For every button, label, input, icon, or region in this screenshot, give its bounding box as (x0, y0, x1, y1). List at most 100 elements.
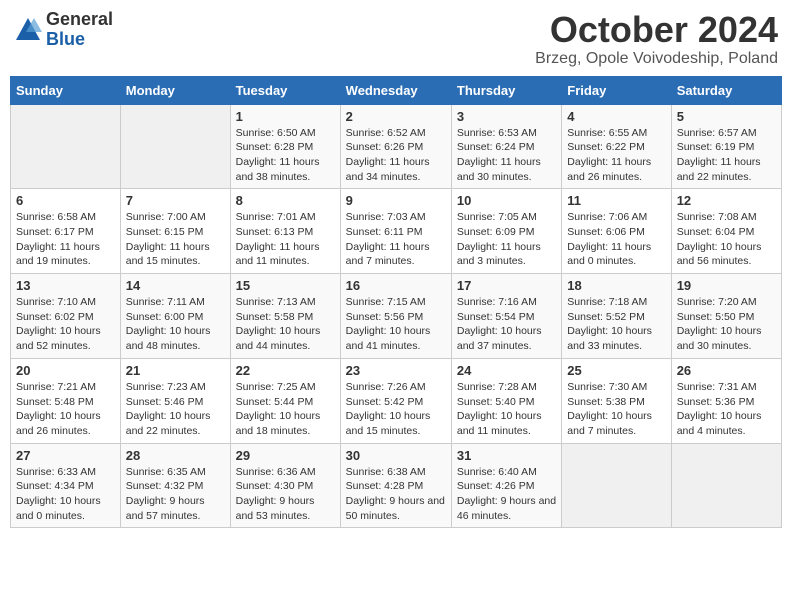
day-info: Sunrise: 6:38 AM Sunset: 4:28 PM Dayligh… (346, 465, 446, 524)
title-block: October 2024 Brzeg, Opole Voivodeship, P… (535, 10, 778, 68)
calendar-cell: 3Sunrise: 6:53 AM Sunset: 6:24 PM Daylig… (451, 104, 561, 189)
day-number: 19 (677, 278, 776, 293)
day-info: Sunrise: 7:30 AM Sunset: 5:38 PM Dayligh… (567, 380, 665, 439)
day-number: 6 (16, 193, 115, 208)
logo-blue: Blue (46, 30, 113, 50)
calendar-cell: 14 Sunrise: 7:11 AM Sunset: 6:00 PM Dayli… (120, 274, 230, 359)
calendar-cell: 31 Sunrise: 6:40 AM Sunset: 4:26 PM Dayli… (451, 443, 561, 528)
calendar-cell: 21 Sunrise: 7:23 AM Sunset: 5:46 PM Dayli… (120, 358, 230, 443)
day-info: Sunrise: 7:23 AM Sunset: 5:46 PM Dayligh… (126, 380, 225, 439)
calendar-cell: 12 Sunrise: 7:08 AM Sunset: 6:04 PM Dayli… (671, 189, 781, 274)
calendar-cell: 27 Sunrise: 6:33 AM Sunset: 4:34 PM Dayli… (11, 443, 121, 528)
day-header: Friday (562, 76, 671, 104)
calendar-cell: 28 Sunrise: 6:35 AM Sunset: 4:32 PM Dayli… (120, 443, 230, 528)
day-header: Tuesday (230, 76, 340, 104)
day-number: 2 (346, 109, 446, 124)
day-info: Sunrise: 6:40 AM Sunset: 4:26 PM Dayligh… (457, 465, 556, 524)
day-number: 12 (677, 193, 776, 208)
calendar-cell: 8Sunrise: 7:01 AM Sunset: 6:13 PM Daylig… (230, 189, 340, 274)
day-info: Sunrise: 6:33 AM Sunset: 4:34 PM Dayligh… (16, 465, 115, 524)
day-info: Sunrise: 6:35 AM Sunset: 4:32 PM Dayligh… (126, 465, 225, 524)
calendar-cell: 18 Sunrise: 7:18 AM Sunset: 5:52 PM Dayli… (562, 274, 671, 359)
calendar-cell: 22 Sunrise: 7:25 AM Sunset: 5:44 PM Dayli… (230, 358, 340, 443)
month-title: October 2024 (535, 10, 778, 50)
calendar-cell: 9 Sunrise: 7:03 AM Sunset: 6:11 PM Daylig… (340, 189, 451, 274)
day-info: Sunrise: 6:58 AM Sunset: 6:17 PM Dayligh… (16, 210, 115, 269)
day-header: Sunday (11, 76, 121, 104)
day-info: Sunrise: 7:16 AM Sunset: 5:54 PM Dayligh… (457, 295, 556, 354)
location: Brzeg, Opole Voivodeship, Poland (535, 50, 778, 68)
day-info: Sunrise: 6:57 AM Sunset: 6:19 PM Dayligh… (677, 126, 776, 185)
day-number: 1 (236, 109, 335, 124)
calendar-week-row: 13 Sunrise: 7:10 AM Sunset: 6:02 PM Dayli… (11, 274, 782, 359)
calendar-cell: 23 Sunrise: 7:26 AM Sunset: 5:42 PM Dayli… (340, 358, 451, 443)
day-header: Saturday (671, 76, 781, 104)
calendar-cell: 1Sunrise: 6:50 AM Sunset: 6:28 PM Daylig… (230, 104, 340, 189)
day-info: Sunrise: 6:52 AM Sunset: 6:26 PM Dayligh… (346, 126, 446, 185)
calendar-week-row: 1Sunrise: 6:50 AM Sunset: 6:28 PM Daylig… (11, 104, 782, 189)
day-info: Sunrise: 7:03 AM Sunset: 6:11 PM Dayligh… (346, 210, 446, 269)
calendar-cell: 26Sunrise: 7:31 AM Sunset: 5:36 PM Dayli… (671, 358, 781, 443)
day-number: 17 (457, 278, 556, 293)
day-info: Sunrise: 7:26 AM Sunset: 5:42 PM Dayligh… (346, 380, 446, 439)
day-number: 18 (567, 278, 665, 293)
day-number: 27 (16, 448, 115, 463)
day-number: 13 (16, 278, 115, 293)
calendar-cell: 24Sunrise: 7:28 AM Sunset: 5:40 PM Dayli… (451, 358, 561, 443)
calendar-week-row: 27 Sunrise: 6:33 AM Sunset: 4:34 PM Dayli… (11, 443, 782, 528)
logo-icon (14, 16, 42, 44)
day-info: Sunrise: 7:08 AM Sunset: 6:04 PM Dayligh… (677, 210, 776, 269)
calendar-cell: 16Sunrise: 7:15 AM Sunset: 5:56 PM Dayli… (340, 274, 451, 359)
calendar-cell: 25Sunrise: 7:30 AM Sunset: 5:38 PM Dayli… (562, 358, 671, 443)
day-info: Sunrise: 6:55 AM Sunset: 6:22 PM Dayligh… (567, 126, 665, 185)
calendar-header-row: SundayMondayTuesdayWednesdayThursdayFrid… (11, 76, 782, 104)
day-info: Sunrise: 7:11 AM Sunset: 6:00 PM Dayligh… (126, 295, 225, 354)
day-number: 21 (126, 363, 225, 378)
day-info: Sunrise: 7:00 AM Sunset: 6:15 PM Dayligh… (126, 210, 225, 269)
day-number: 14 (126, 278, 225, 293)
calendar-cell: 19 Sunrise: 7:20 AM Sunset: 5:50 PM Dayli… (671, 274, 781, 359)
day-number: 22 (236, 363, 335, 378)
calendar-cell: 10Sunrise: 7:05 AM Sunset: 6:09 PM Dayli… (451, 189, 561, 274)
day-header: Monday (120, 76, 230, 104)
day-number: 4 (567, 109, 665, 124)
calendar-cell (120, 104, 230, 189)
day-number: 11 (567, 193, 665, 208)
day-info: Sunrise: 7:18 AM Sunset: 5:52 PM Dayligh… (567, 295, 665, 354)
calendar-cell: 30Sunrise: 6:38 AM Sunset: 4:28 PM Dayli… (340, 443, 451, 528)
day-number: 28 (126, 448, 225, 463)
day-info: Sunrise: 6:36 AM Sunset: 4:30 PM Dayligh… (236, 465, 335, 524)
day-number: 15 (236, 278, 335, 293)
calendar-cell (671, 443, 781, 528)
logo-text: General Blue (46, 10, 113, 50)
calendar-cell: 15 Sunrise: 7:13 AM Sunset: 5:58 PM Dayli… (230, 274, 340, 359)
day-number: 23 (346, 363, 446, 378)
day-header: Thursday (451, 76, 561, 104)
calendar-table: SundayMondayTuesdayWednesdayThursdayFrid… (10, 76, 782, 529)
calendar-week-row: 6 Sunrise: 6:58 AM Sunset: 6:17 PM Daylig… (11, 189, 782, 274)
calendar-cell: 20Sunrise: 7:21 AM Sunset: 5:48 PM Dayli… (11, 358, 121, 443)
calendar-cell: 2 Sunrise: 6:52 AM Sunset: 6:26 PM Daylig… (340, 104, 451, 189)
day-number: 26 (677, 363, 776, 378)
day-info: Sunrise: 7:05 AM Sunset: 6:09 PM Dayligh… (457, 210, 556, 269)
calendar-cell: 11 Sunrise: 7:06 AM Sunset: 6:06 PM Dayli… (562, 189, 671, 274)
calendar-cell (562, 443, 671, 528)
day-info: Sunrise: 7:25 AM Sunset: 5:44 PM Dayligh… (236, 380, 335, 439)
calendar-cell: 6 Sunrise: 6:58 AM Sunset: 6:17 PM Daylig… (11, 189, 121, 274)
day-info: Sunrise: 7:06 AM Sunset: 6:06 PM Dayligh… (567, 210, 665, 269)
day-info: Sunrise: 7:21 AM Sunset: 5:48 PM Dayligh… (16, 380, 115, 439)
day-number: 9 (346, 193, 446, 208)
day-number: 31 (457, 448, 556, 463)
day-info: Sunrise: 7:10 AM Sunset: 6:02 PM Dayligh… (16, 295, 115, 354)
calendar-cell: 13 Sunrise: 7:10 AM Sunset: 6:02 PM Dayli… (11, 274, 121, 359)
day-number: 5 (677, 109, 776, 124)
calendar-cell: 17 Sunrise: 7:16 AM Sunset: 5:54 PM Dayli… (451, 274, 561, 359)
day-info: Sunrise: 7:20 AM Sunset: 5:50 PM Dayligh… (677, 295, 776, 354)
calendar-cell: 5 Sunrise: 6:57 AM Sunset: 6:19 PM Daylig… (671, 104, 781, 189)
calendar-cell: 7 Sunrise: 7:00 AM Sunset: 6:15 PM Daylig… (120, 189, 230, 274)
day-number: 7 (126, 193, 225, 208)
logo-general: General (46, 10, 113, 30)
day-info: Sunrise: 7:01 AM Sunset: 6:13 PM Dayligh… (236, 210, 335, 269)
day-number: 16 (346, 278, 446, 293)
day-info: Sunrise: 7:13 AM Sunset: 5:58 PM Dayligh… (236, 295, 335, 354)
